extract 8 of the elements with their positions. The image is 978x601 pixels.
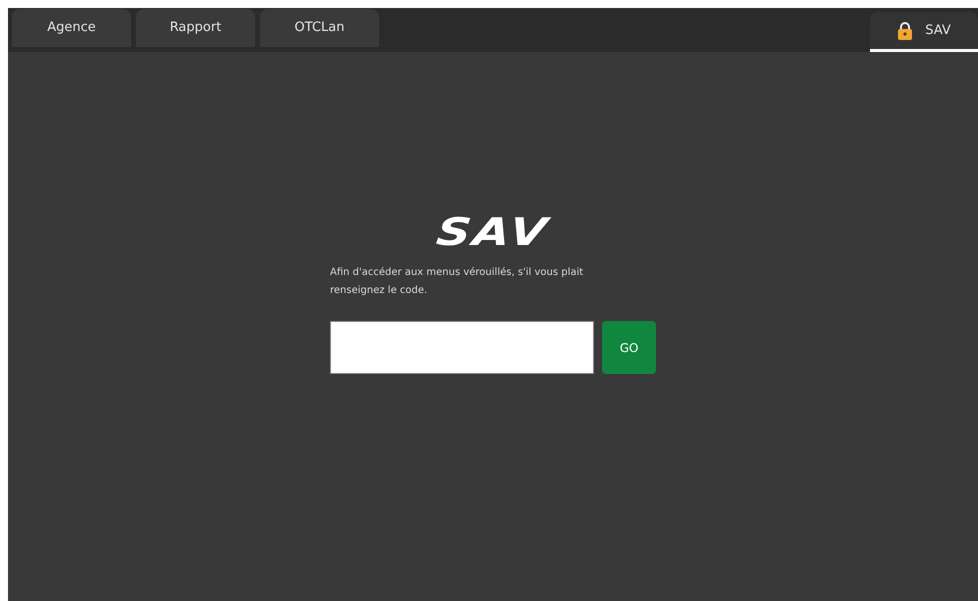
tab[interactable]: SAV	[870, 12, 978, 52]
instruction-text: Afin d'accéder aux menus vérouillés, s'il vous plait renseignez le code.	[330, 266, 584, 298]
page-title: SAV	[434, 212, 552, 252]
tab[interactable]: Agence	[12, 9, 131, 47]
tab[interactable]: Rapport	[136, 9, 255, 47]
go-button[interactable]: GO	[602, 321, 656, 374]
code-field[interactable]	[330, 321, 594, 374]
tab[interactable]: OTCLan	[260, 9, 379, 47]
